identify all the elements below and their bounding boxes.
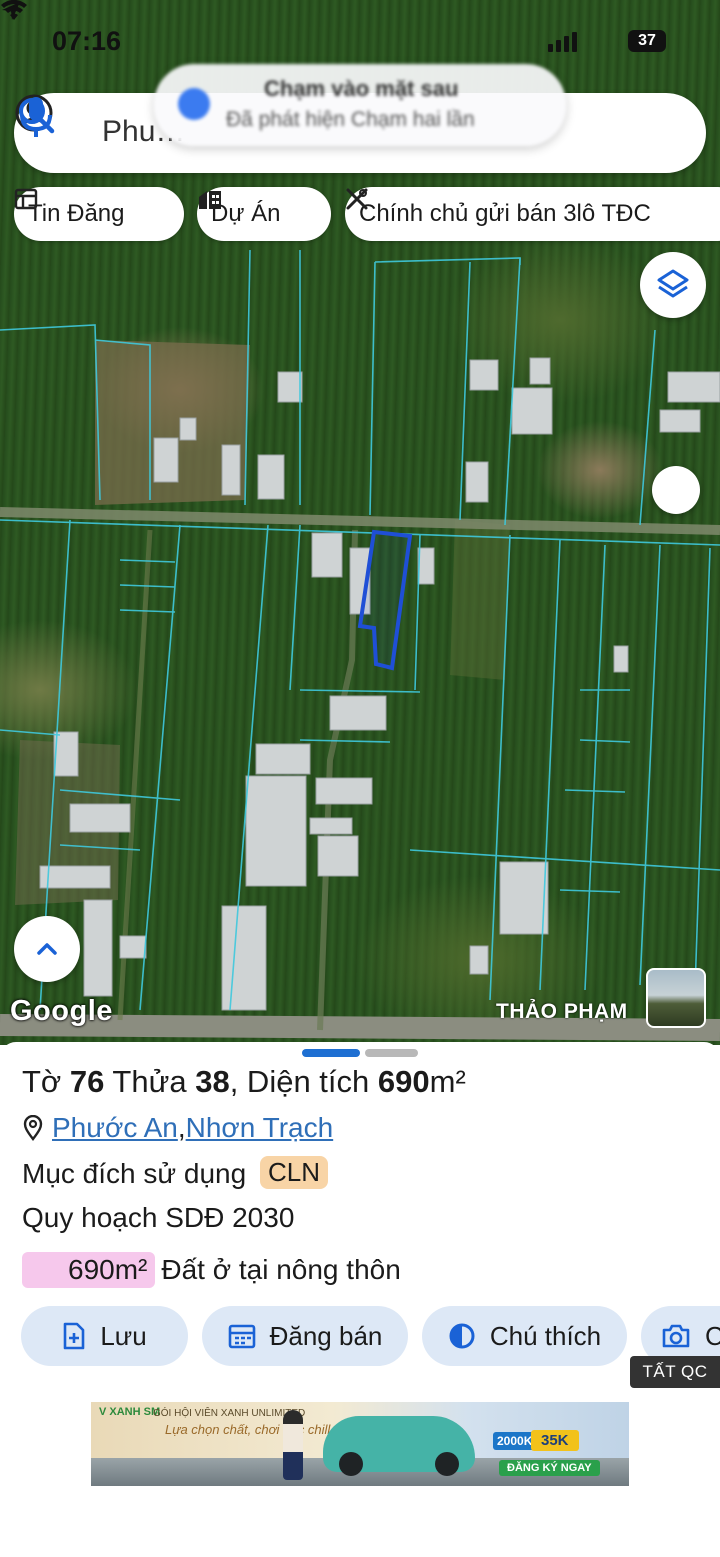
photo-thumbnail[interactable] xyxy=(646,968,706,1028)
save-label: Lưu xyxy=(100,1320,147,1351)
parcel-area: 690 xyxy=(377,1064,430,1099)
satellite-map[interactable]: 07:16 37 Phu… Chạm vào mặt sau Đã phát h… xyxy=(0,0,720,1045)
plan-type: Đất ở tại nông thôn xyxy=(161,1254,401,1285)
camera-icon xyxy=(662,1324,690,1348)
listing-icon xyxy=(14,188,38,210)
legend-label: Chú thích xyxy=(489,1320,602,1351)
layers-icon xyxy=(657,269,689,298)
ad-car-wheel xyxy=(435,1452,459,1476)
map-control-button[interactable] xyxy=(652,466,700,514)
calendar-icon xyxy=(228,1324,255,1349)
ad-price-old: 2000K xyxy=(493,1432,537,1450)
layers-button[interactable] xyxy=(640,252,706,318)
plan-label: Quy hoạch SDĐ 2030 xyxy=(22,1202,295,1233)
ad-person xyxy=(283,1410,303,1480)
usage-row: Mục đích sử dụng CLN xyxy=(22,1156,328,1190)
sheet-number: 76 xyxy=(69,1064,105,1099)
ad-cta[interactable]: ĐĂNG KÝ NGAY xyxy=(499,1460,600,1476)
map-pin-icon xyxy=(23,1115,43,1141)
wifi-icon xyxy=(1,0,27,20)
chevron-up-icon xyxy=(37,943,57,955)
chip-label: Chính chủ gửi bán 3lô TĐC xyxy=(359,200,651,227)
ad-car-wheel xyxy=(339,1452,363,1476)
system-toast: Chạm vào mặt sau Đã phát hiện Chạm hai l… xyxy=(154,64,566,146)
parcel-location: Phước An, Nhơn Trạch xyxy=(22,1112,333,1144)
plot-number: 38 xyxy=(195,1064,230,1099)
usage-code-badge: CLN xyxy=(259,1156,328,1189)
legend-button[interactable]: Chú thích xyxy=(422,1306,627,1366)
ward-link[interactable]: Phước An xyxy=(52,1112,178,1144)
google-attribution: Google xyxy=(10,995,113,1027)
usage-label: Mục đích sử dụng xyxy=(22,1158,247,1189)
ad-brand: V XANH SM xyxy=(99,1406,161,1418)
battery-indicator: 37 xyxy=(628,30,666,52)
plan-area-swatch: 690m² xyxy=(22,1252,156,1288)
chip-chinh-chu[interactable]: Chính chủ gửi bán 3lô TĐC xyxy=(345,187,720,241)
expand-button[interactable] xyxy=(14,916,80,982)
info-icon xyxy=(178,88,210,120)
post-sale-button[interactable]: Đăng bán xyxy=(202,1306,408,1366)
ad-line2: Lựa chọn chất, chơi cực chill xyxy=(165,1422,331,1437)
chip-du-an[interactable]: Dự Án xyxy=(197,187,331,241)
mic-icon[interactable] xyxy=(14,93,58,141)
building-icon xyxy=(199,191,221,209)
toast-title: Chạm vào mặt sau xyxy=(264,76,459,101)
parcel-title: Tờ 76 Thửa 38, Diện tích 690m² xyxy=(22,1064,466,1099)
district-link[interactable]: Nhơn Trạch xyxy=(186,1112,334,1144)
ad-banner[interactable]: V XANH SM GÓI HỘI VIÊN XANH UNLIMITED Lự… xyxy=(91,1402,629,1486)
signal-icon xyxy=(548,32,577,52)
hide-ads-button[interactable]: TẤT QC xyxy=(630,1356,720,1388)
chip-label: Tin Đăng xyxy=(28,200,125,227)
save-button[interactable]: Lưu xyxy=(21,1306,188,1366)
save-file-icon xyxy=(64,1322,85,1350)
sheet-handle[interactable] xyxy=(365,1049,418,1057)
photo-credit: THẢO PHẠM xyxy=(496,1000,628,1023)
toast-subtitle: Đã phát hiện Chạm hai lần xyxy=(226,108,475,131)
post-sale-label: Đăng bán xyxy=(269,1320,383,1351)
camera-label: C xyxy=(705,1320,720,1351)
ad-price-new: 35K xyxy=(531,1430,579,1451)
plan-row: 690m² Đất ở tại nông thôn xyxy=(22,1252,401,1288)
tools-icon xyxy=(346,188,368,210)
chip-tin-dang[interactable]: Tin Đăng xyxy=(14,187,184,241)
status-time: 07:16 xyxy=(52,26,122,56)
contrast-icon xyxy=(449,1323,475,1349)
sheet-handle-active[interactable] xyxy=(302,1049,360,1057)
